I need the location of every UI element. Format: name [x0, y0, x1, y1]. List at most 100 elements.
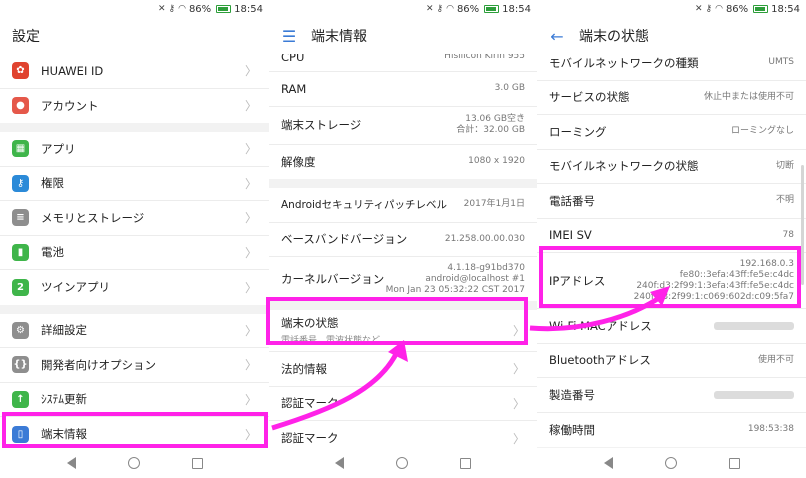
chevron-right-icon: 〉 [244, 358, 257, 373]
chevron-right-icon: 〉 [244, 142, 257, 157]
back-nav-icon[interactable] [603, 457, 613, 469]
settings-item-phone-info[interactable]: ▯ 端末情報 〉 [0, 417, 269, 448]
status-value: 不明 [775, 195, 794, 206]
system-update-icon: ↑ [12, 390, 29, 408]
chevron-right-icon: 〉 [244, 99, 257, 114]
battery-status-icon [753, 5, 769, 13]
page-title: 端末の状態 [579, 29, 649, 45]
chevron-right-icon: 〉 [512, 362, 525, 377]
settings-item-key[interactable]: ⚷ 権限 〉 [0, 167, 269, 201]
device-status-item[interactable]: 端末の状態 電話番号、電波状態など 〉 [269, 310, 537, 352]
status-value: ローミングなし [730, 126, 794, 137]
status-bar: ✕ ⚷ ◠ 86% 18:54 [0, 0, 269, 18]
status-value: 休止中または使用不可 [703, 91, 794, 102]
info-row-cpu: CPU Hisilicon Kirin 955 [269, 54, 537, 72]
status-label: 稼働時間 [549, 422, 595, 437]
settings-item-apps[interactable]: ▦ アプリ 〉 [0, 132, 269, 167]
status-label: Bluetoothアドレス [549, 353, 651, 368]
redacted-value [714, 390, 794, 399]
device-info-panel: ✕ ⚷ ◠ 86% 18:54 ☰ 端末情報 CPU Hisilicon Kir… [269, 0, 537, 478]
clock: 18:54 [771, 3, 800, 15]
legal-info-item[interactable]: 法的情報 〉 [269, 352, 537, 387]
settings-item-account[interactable]: ● アカウント 〉 [0, 89, 269, 124]
certification-item-2[interactable]: 認証マーク 〉 [269, 421, 537, 448]
nav-bar [269, 448, 537, 478]
wifi-icon: ◠ [178, 4, 186, 14]
app-bar: ← 端末の状態 [537, 18, 806, 54]
settings-item-storage[interactable]: ≡ メモリとストレージ 〉 [0, 201, 269, 236]
home-nav-icon[interactable] [127, 457, 140, 469]
settings-item-gear[interactable]: ⚙ 詳細設定 〉 [0, 314, 269, 348]
status-row-1: サービスの状態 休止中または使用不可 [537, 81, 806, 115]
status-bar: ✕ ⚷ ◠ 86% 18:54 [537, 0, 806, 18]
scrollbar[interactable] [801, 165, 804, 285]
home-nav-icon[interactable] [396, 457, 408, 469]
settings-item-twin-app[interactable]: 2 ツインアプリ 〉 [0, 270, 269, 305]
key-status-icon: ⚷ [436, 4, 444, 14]
recent-apps-icon[interactable] [728, 457, 740, 469]
settings-item-system-update[interactable]: ↑ ｼｽﾃﾑ更新 〉 [0, 383, 269, 417]
app-bar: ☰ 端末情報 [269, 18, 537, 54]
phone-info-icon: ▯ [12, 425, 29, 443]
status-label: 製造番号 [549, 387, 595, 402]
status-value: 使用不可 [757, 354, 794, 365]
battery-status-icon [216, 5, 232, 13]
apps-icon: ▦ [12, 140, 29, 158]
twin-app-icon: 2 [12, 278, 29, 296]
status-label: モバイルネットワークの状態 [549, 159, 699, 174]
status-value: UMTS [768, 57, 794, 68]
device-status-list: モバイルネットワークの種類 UMTS サービスの状態 休止中または使用不可ローミング ロ… [537, 54, 806, 448]
settings-item-label: アプリ [41, 141, 76, 156]
settings-item-developer[interactable]: {} 開発者向けオプション 〉 [0, 348, 269, 383]
chevron-right-icon: 〉 [244, 427, 257, 442]
info-row-baseband: ベースバンドバージョン 21.258.00.00.030 [269, 223, 537, 257]
status-row-b3: 稼働時間 198:53:38 [537, 413, 806, 448]
status-label: サービスの状態 [549, 90, 630, 105]
chevron-right-icon: 〉 [512, 431, 525, 446]
key-icon: ⚷ [12, 174, 29, 192]
settings-item-label: HUAWEI ID [41, 63, 104, 78]
gear-icon: ⚙ [12, 321, 29, 339]
status-label: モバイルネットワークの種類 [549, 55, 699, 70]
back-arrow-icon[interactable]: ← [549, 27, 565, 46]
home-nav-icon[interactable] [664, 457, 677, 469]
chevron-right-icon: 〉 [512, 396, 525, 411]
recent-apps-icon[interactable] [191, 457, 203, 469]
status-label: ローミング [549, 124, 607, 139]
info-row-kernel: カーネルバージョン 4.1.18-g91bd370 android@localho… [281, 262, 525, 295]
storage-icon: ≡ [12, 209, 29, 227]
status-label: IPアドレス [549, 273, 606, 288]
developer-icon: {} [12, 356, 29, 374]
settings-item-label: 端末情報 [41, 427, 87, 442]
huawei-icon: ✿ [12, 62, 29, 80]
account-icon: ● [12, 97, 29, 115]
clock: 18:54 [502, 3, 531, 15]
menu-icon[interactable]: ☰ [281, 27, 297, 46]
battery-percent: 86% [725, 3, 749, 15]
nav-bar [537, 448, 806, 478]
settings-item-huawei[interactable]: ✿ HUAWEI ID 〉 [0, 54, 269, 89]
chevron-right-icon: 〉 [244, 323, 257, 338]
key-status-icon: ⚷ [705, 4, 713, 14]
status-value: 78 [782, 229, 794, 240]
chevron-right-icon: 〉 [244, 176, 257, 191]
back-nav-icon[interactable] [335, 457, 344, 469]
settings-list: ✿ HUAWEI ID 〉 ● アカウント〉 ▦ アプリ〉 ⚷ 権限〉 ≡ メモリとストレージ〉 ▮ 電… [0, 54, 269, 448]
settings-item-battery[interactable]: ▮ 電池 〉 [0, 236, 269, 270]
battery-percent: 86% [188, 3, 212, 15]
recent-apps-icon[interactable] [460, 457, 471, 469]
battery-percent: 86% [456, 3, 480, 15]
redacted-value [714, 321, 794, 330]
settings-item-label: ツインアプリ [41, 280, 110, 295]
app-bar: 設定 [0, 18, 269, 54]
mute-icon: ✕ [157, 4, 166, 14]
status-bar: ✕ ⚷ ◠ 86% 18:54 [269, 0, 537, 18]
certification-item[interactable]: 認証マーク 〉 [269, 387, 537, 421]
status-label: Wi-Fi MACアドレス [549, 318, 652, 333]
status-row-5: IMEI SV 78 [537, 219, 806, 253]
back-nav-icon[interactable] [66, 457, 76, 469]
mute-icon: ✕ [694, 4, 703, 14]
page-title: 設定 [12, 29, 40, 45]
status-row-b0: Wi-Fi MACアドレス [537, 309, 806, 344]
battery-status-icon [484, 5, 500, 13]
